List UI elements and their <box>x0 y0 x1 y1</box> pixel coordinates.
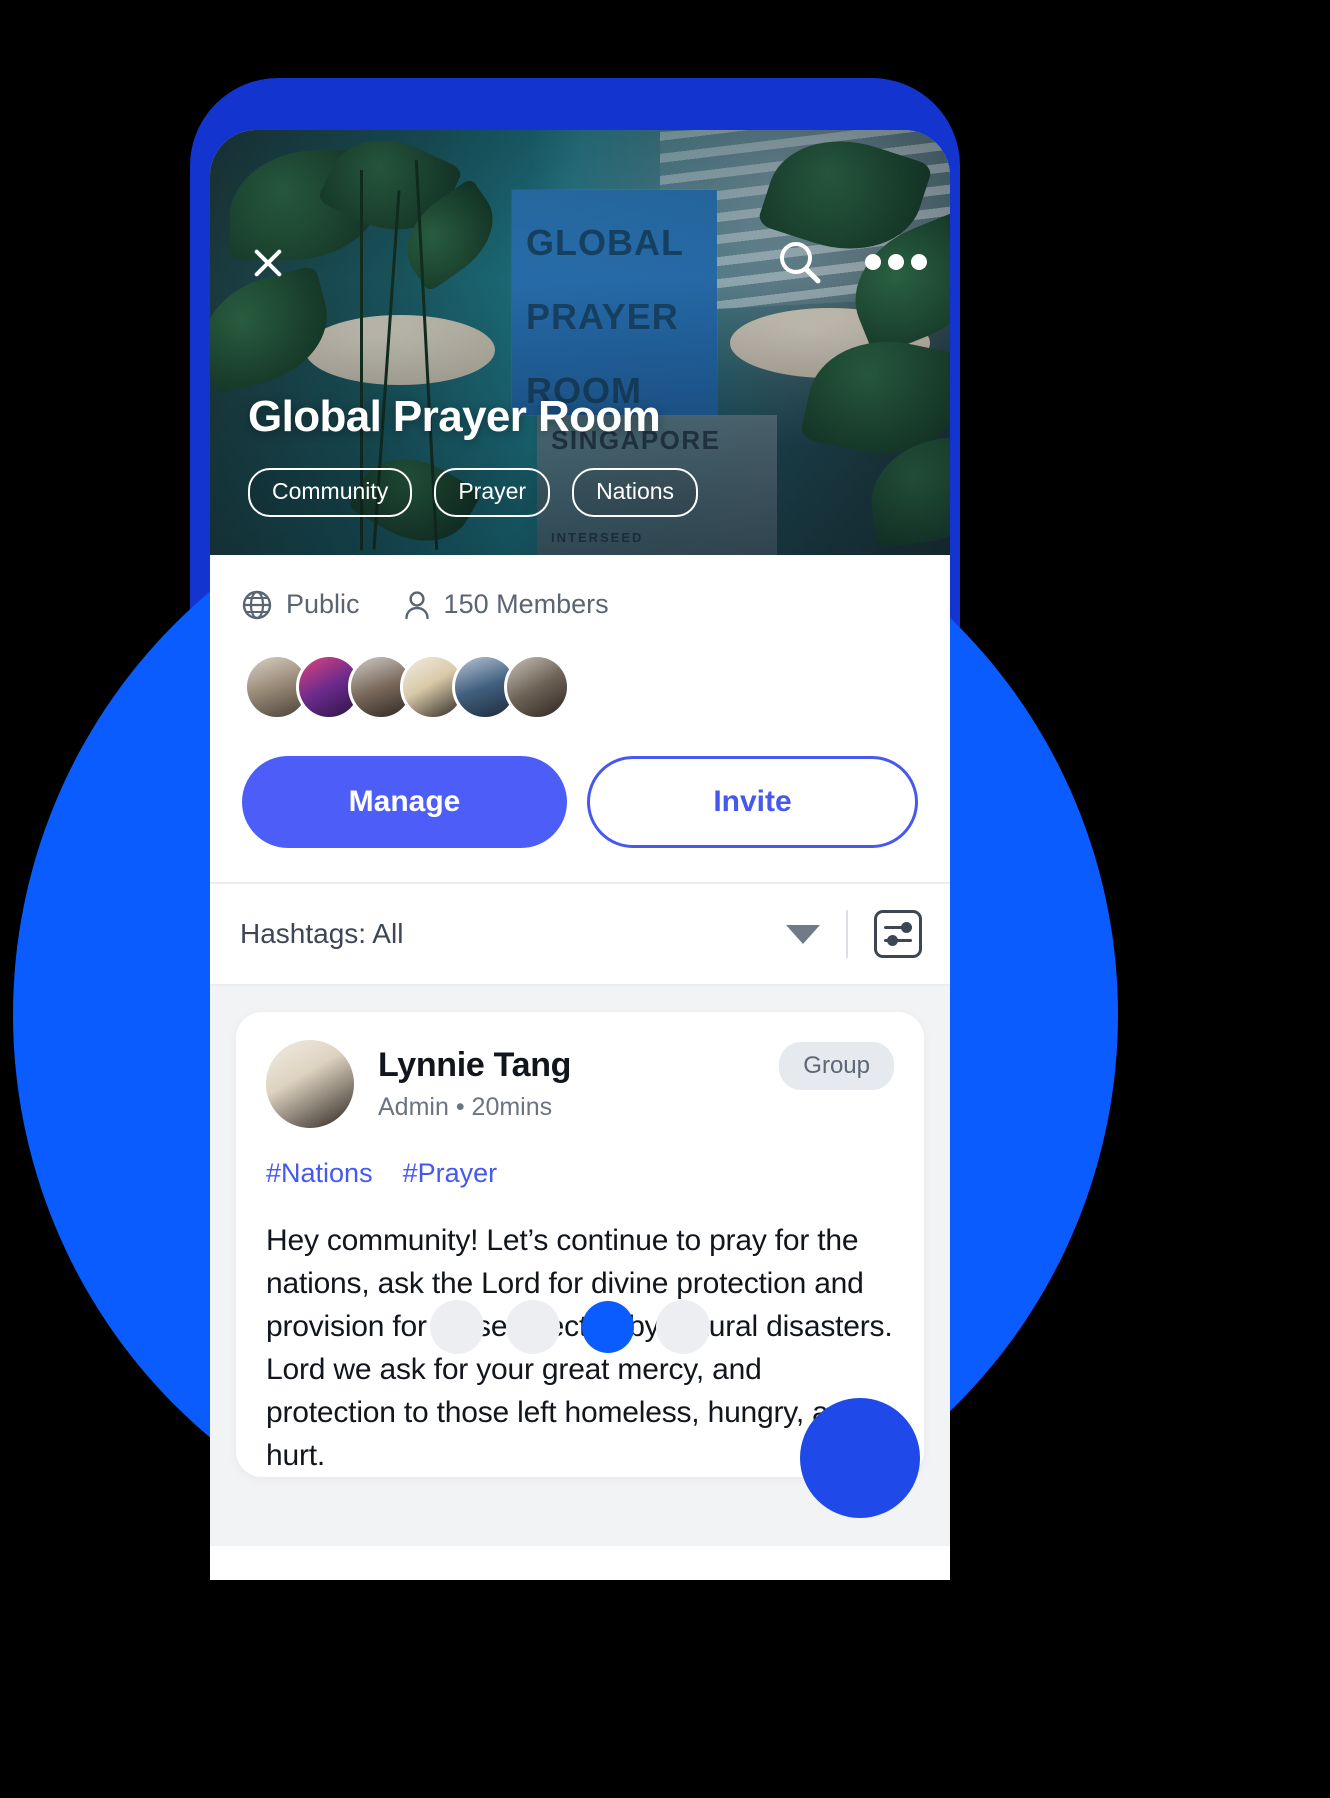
group-action-buttons: Manage Invite <box>242 756 918 882</box>
page-dot[interactable] <box>506 1300 560 1354</box>
manage-button[interactable]: Manage <box>242 756 567 848</box>
status-badge: Group <box>779 1042 894 1090</box>
post-hashtags: #Nations #Prayer <box>266 1158 894 1189</box>
group-meta-row: Public 150 Members <box>242 589 918 620</box>
table-detail-right <box>730 308 930 378</box>
more-options-icon[interactable] <box>865 254 927 276</box>
avatar[interactable] <box>504 654 570 720</box>
post-author-name[interactable]: Lynnie Tang <box>378 1046 779 1085</box>
group-cover-photo: GLOBAL PRAYER ROOM SINGAPORE INTERSEED G… <box>210 130 950 555</box>
post-meta-separator: • <box>455 1093 465 1121</box>
page-dot[interactable] <box>430 1300 484 1354</box>
page-title: Global Prayer Room <box>248 392 661 441</box>
divider <box>846 910 848 958</box>
screenshot-stage: GLOBAL PRAYER ROOM SINGAPORE INTERSEED G… <box>0 0 1330 1798</box>
page-indicator-dots[interactable] <box>430 1300 710 1354</box>
member-avatar-stack[interactable] <box>242 654 918 720</box>
invite-button[interactable]: Invite <box>587 756 918 848</box>
close-icon[interactable] <box>246 240 290 284</box>
globe-icon <box>242 590 272 620</box>
post-meta: Admin • 20mins <box>378 1093 779 1122</box>
hashtag-filter-bar: Hashtags: All <box>210 882 950 986</box>
plant-leaf <box>316 130 464 252</box>
page-dot-active[interactable] <box>582 1301 634 1353</box>
global-prayer-room-poster: GLOBAL PRAYER ROOM <box>512 190 717 415</box>
post-card: Lynnie Tang Admin • 20mins Group #Nation… <box>236 1012 924 1477</box>
group-tag-prayer[interactable]: Prayer <box>434 468 551 517</box>
search-icon[interactable] <box>772 236 828 292</box>
post-timestamp: 20mins <box>471 1093 553 1121</box>
page-dot[interactable] <box>656 1300 710 1354</box>
post-author-block: Lynnie Tang Admin • 20mins <box>378 1046 779 1122</box>
plant-leaf <box>863 431 950 549</box>
group-info-section: Public 150 Members Manage Invite <box>210 555 950 882</box>
phone-mockup: GLOBAL PRAYER ROOM SINGAPORE INTERSEED G… <box>210 130 950 1580</box>
hashtag-nations[interactable]: #Nations <box>266 1158 373 1189</box>
group-tag-list: Community Prayer Nations <box>248 468 699 517</box>
group-member-count: 150 Members <box>443 589 609 619</box>
avatar[interactable] <box>266 1040 354 1128</box>
table-detail-left <box>305 315 495 385</box>
plant-leaf <box>799 325 950 470</box>
group-visibility: Public <box>286 589 360 619</box>
post-author-role: Admin <box>378 1093 449 1121</box>
group-tag-nations[interactable]: Nations <box>572 468 699 517</box>
person-icon <box>404 590 430 620</box>
floating-action-button[interactable] <box>800 1398 920 1518</box>
cover-top-bar <box>210 240 950 300</box>
hashtag-filter-label[interactable]: Hashtags: All <box>240 918 786 950</box>
group-tag-community[interactable]: Community <box>248 468 413 517</box>
post-header: Lynnie Tang Admin • 20mins Group <box>266 1040 894 1128</box>
chevron-down-icon[interactable] <box>786 924 820 944</box>
hashtag-prayer[interactable]: #Prayer <box>403 1158 498 1189</box>
filter-settings-icon[interactable] <box>874 910 922 958</box>
